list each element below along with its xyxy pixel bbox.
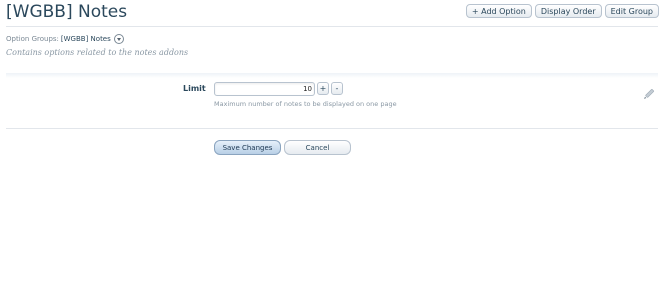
top-actions: + Add Option Display Order Edit Group bbox=[465, 4, 659, 18]
footer-divider bbox=[6, 128, 658, 129]
option-groups-breadcrumb: Option Groups: [WGBB] Notes bbox=[6, 34, 124, 44]
pencil-icon[interactable] bbox=[643, 85, 655, 104]
option-groups-label: Option Groups: bbox=[6, 35, 59, 43]
limit-decrement-button[interactable]: - bbox=[331, 82, 343, 95]
page-title: [WGBB] Notes bbox=[6, 2, 128, 22]
group-description: Contains options related to the notes ad… bbox=[6, 48, 189, 57]
limit-input[interactable] bbox=[214, 82, 315, 96]
option-groups-value[interactable]: [WGBB] Notes bbox=[61, 35, 111, 43]
limit-label: Limit bbox=[183, 84, 206, 93]
display-order-button[interactable]: Display Order bbox=[534, 4, 602, 18]
save-changes-button[interactable]: Save Changes bbox=[214, 140, 281, 155]
cancel-button[interactable]: Cancel bbox=[284, 140, 351, 155]
limit-hint: Maximum number of notes to be displayed … bbox=[214, 100, 397, 108]
chevron-down-circle-icon[interactable] bbox=[113, 34, 124, 44]
edit-group-button[interactable]: Edit Group bbox=[604, 4, 659, 18]
limit-increment-button[interactable]: + bbox=[317, 82, 329, 95]
header-divider bbox=[6, 26, 658, 27]
options-section-divider bbox=[6, 73, 658, 78]
add-option-button[interactable]: + Add Option bbox=[465, 4, 532, 18]
